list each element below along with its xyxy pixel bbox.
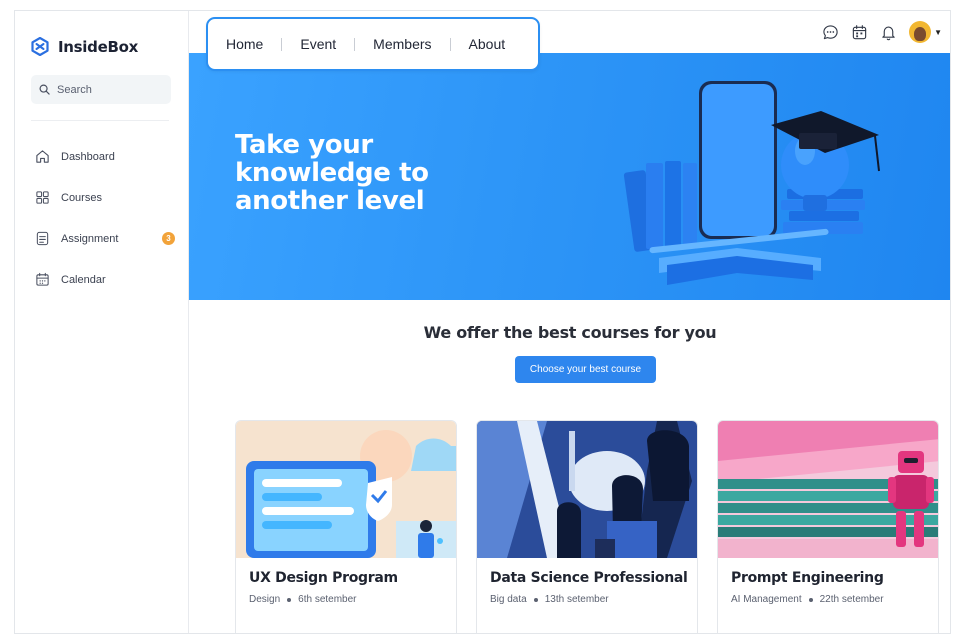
document-icon: [36, 231, 49, 246]
tab-event[interactable]: Event: [300, 36, 336, 52]
tab-about[interactable]: About: [469, 36, 506, 52]
course-category: Design: [249, 594, 281, 605]
course-category: Big data: [490, 594, 527, 605]
course-meta: AI Management 22th setember: [731, 594, 884, 605]
assignment-count-badge: 3: [162, 232, 175, 245]
meta-dot: [533, 597, 538, 602]
nav-separator: [281, 37, 283, 51]
app-frame: InsideBox Dashboard: [14, 10, 951, 634]
sidebar-item-dashboard[interactable]: Dashboard: [35, 136, 175, 177]
course-meta: Big data 13th setember: [490, 594, 609, 605]
sidebar: InsideBox Dashboard: [15, 11, 189, 633]
course-meta: Design 6th setember: [249, 594, 357, 605]
course-title: Data Science Professional: [490, 570, 688, 586]
sidebar-item-label: Calendar: [61, 273, 106, 286]
sidebar-item-courses[interactable]: Courses: [35, 177, 175, 218]
avatar[interactable]: [909, 21, 932, 43]
tab-home[interactable]: Home: [226, 36, 263, 52]
nav-separator: [354, 37, 356, 51]
course-card-data-science[interactable]: Data Science Professional Big data 13th …: [476, 420, 698, 633]
search-icon: [39, 84, 50, 95]
choose-course-button[interactable]: Choose your best course: [515, 356, 656, 383]
course-title: Prompt Engineering: [731, 570, 884, 586]
top-navigation: Home Event Members About: [206, 17, 540, 71]
chevron-down-icon[interactable]: ▼: [934, 28, 942, 37]
course-category: AI Management: [731, 594, 802, 605]
course-date: 13th setember: [544, 594, 609, 605]
course-card-prompt-engineering[interactable]: Prompt Engineering AI Management 22th se…: [717, 420, 939, 633]
ux-design-illustration: [236, 421, 456, 558]
calendar-icon[interactable]: [851, 24, 868, 41]
offer-title: We offer the best courses for you: [423, 323, 717, 342]
header-actions: ▼: [822, 21, 942, 43]
sidebar-item-label: Assignment: [61, 232, 119, 245]
search-input[interactable]: [57, 83, 157, 96]
tab-members[interactable]: Members: [373, 36, 431, 52]
prompt-engineering-illustration: [718, 421, 938, 558]
sidebar-nav: Dashboard Courses Assignment 3 Calendar: [35, 136, 175, 300]
sidebar-item-label: Courses: [61, 191, 102, 204]
course-card-ux-design[interactable]: UX Design Program Design 6th setember: [235, 420, 457, 633]
sidebar-item-calendar[interactable]: Calendar: [35, 259, 175, 300]
home-icon: [36, 150, 49, 163]
search-box[interactable]: [31, 75, 171, 104]
grid-icon: [36, 191, 49, 204]
sidebar-item-label: Dashboard: [61, 150, 115, 163]
meta-dot: [808, 597, 813, 602]
insidebox-logo-icon: [31, 37, 49, 56]
logo[interactable]: InsideBox: [31, 37, 138, 56]
calendar-icon: [36, 272, 49, 286]
education-illustration: [623, 81, 880, 285]
hero-banner: Take your knowledge to another level: [189, 53, 950, 300]
data-science-illustration: [477, 421, 697, 558]
sidebar-item-assignment[interactable]: Assignment 3: [35, 218, 175, 259]
course-date: 6th setember: [298, 594, 357, 605]
nav-separator: [449, 37, 451, 51]
brand-name: InsideBox: [58, 37, 138, 56]
chat-icon[interactable]: [822, 24, 839, 41]
course-date: 22th setember: [819, 594, 884, 605]
course-title: UX Design Program: [249, 570, 398, 586]
bell-icon[interactable]: [880, 24, 897, 41]
sidebar-divider: [31, 120, 169, 121]
meta-dot: [287, 597, 292, 602]
